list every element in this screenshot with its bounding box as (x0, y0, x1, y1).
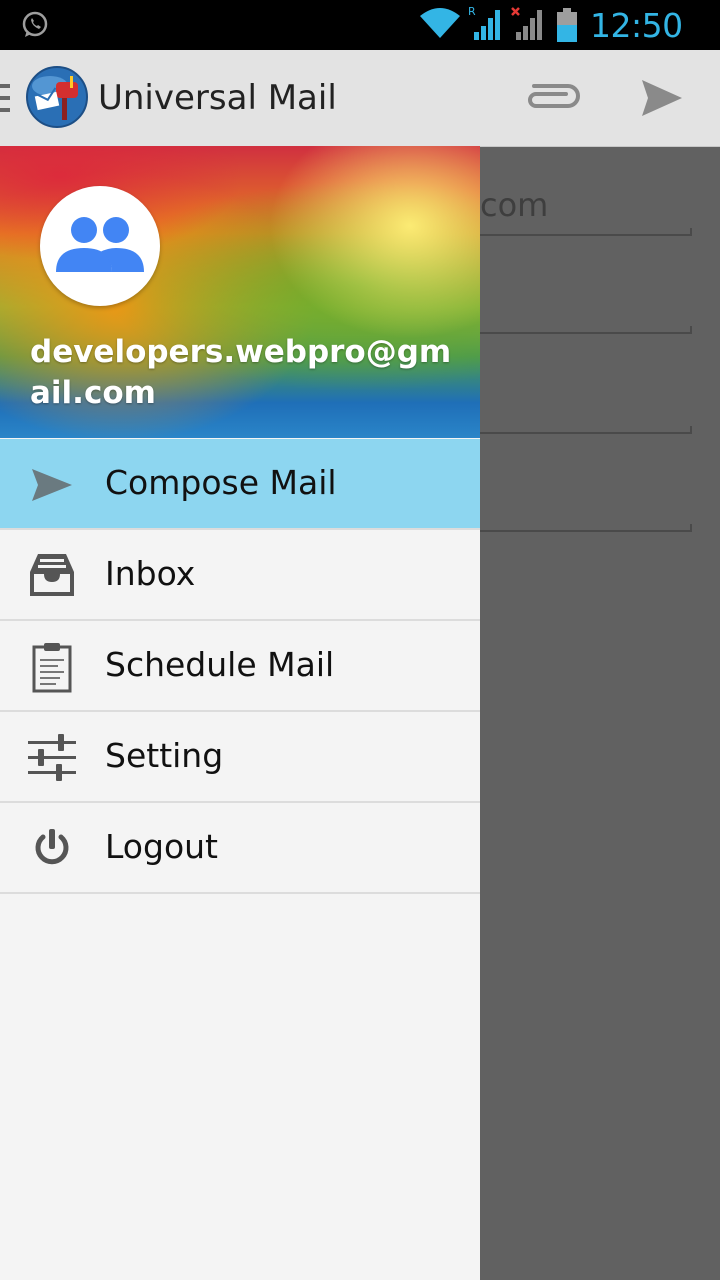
navigation-drawer: developers.webpro@gmail.com Compose Mail (0, 146, 480, 1280)
menu-item-setting[interactable]: Setting (0, 712, 480, 803)
to-field-underline (480, 228, 692, 236)
sliders-icon (26, 732, 78, 784)
menu-item-label: Compose Mail (105, 463, 337, 502)
menu-item-compose-mail[interactable]: Compose Mail (0, 439, 480, 530)
signal-icon: R (468, 5, 504, 46)
app-logo-icon[interactable] (26, 66, 88, 128)
body-field-underline (480, 524, 692, 532)
send-icon (26, 459, 78, 511)
inbox-icon (26, 550, 78, 602)
status-bar: R 12:50 PM (0, 0, 720, 81)
cc-field-underline (480, 426, 692, 434)
action-bar: Universal Mail (0, 50, 720, 147)
menu-item-logout[interactable]: Logout (0, 803, 480, 894)
people-icon (56, 217, 144, 272)
menu-item-schedule-mail[interactable]: Schedule Mail (0, 621, 480, 712)
send-icon[interactable] (640, 78, 684, 122)
to-field-text: com (480, 186, 549, 224)
drawer-menu: Compose Mail Inbox Schedule Mail Setting… (0, 439, 480, 894)
roaming-mark: R (468, 6, 476, 18)
power-icon (26, 823, 78, 875)
drawer-header: developers.webpro@gmail.com (0, 146, 480, 438)
attach-icon[interactable] (524, 80, 580, 114)
clipboard-icon (26, 641, 78, 693)
menu-item-label: Logout (105, 827, 218, 866)
avatar[interactable] (40, 186, 160, 306)
compose-form-dimmed: com (480, 146, 720, 1280)
account-email: developers.webpro@gmail.com (30, 334, 452, 411)
app-title: Universal Mail (98, 78, 337, 118)
clock-time: 12:50 (590, 6, 683, 45)
drawer-indicator-icon[interactable] (0, 84, 12, 118)
subject-field-underline (480, 326, 692, 334)
battery-icon (556, 8, 578, 46)
menu-item-label: Setting (105, 736, 224, 775)
menu-item-label: Schedule Mail (105, 645, 335, 684)
wifi-icon (418, 6, 462, 44)
menu-item-label: Inbox (105, 554, 196, 593)
whatsapp-icon (20, 10, 50, 44)
signal-no-sim-icon (510, 6, 546, 46)
menu-item-inbox[interactable]: Inbox (0, 530, 480, 621)
